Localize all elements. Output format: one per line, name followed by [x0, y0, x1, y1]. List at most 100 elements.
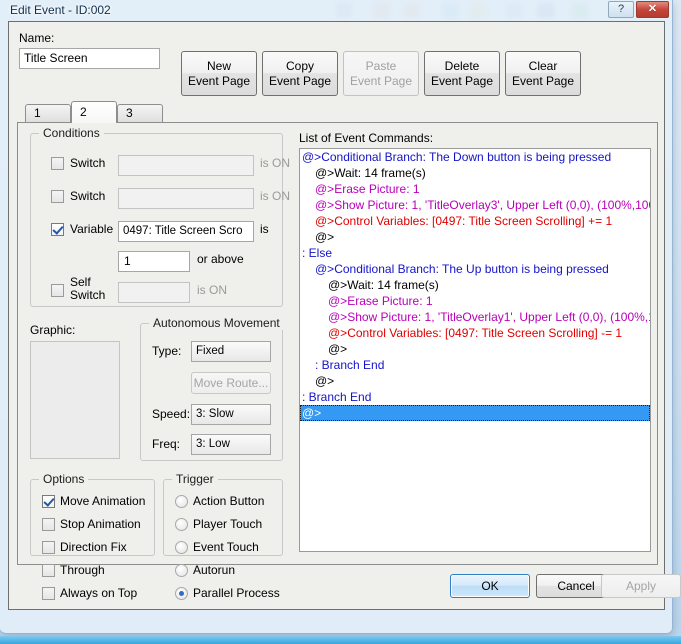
option-through-label: Through — [60, 563, 105, 577]
tab-page-1[interactable]: 1 — [25, 104, 71, 123]
tab-page-2[interactable]: 2 — [71, 101, 117, 123]
paste-event-page-button[interactable]: Paste Event Page — [343, 51, 419, 96]
copy-event-page-line1: Copy — [285, 58, 314, 73]
dialog-client-area: Name: Title Screen New Event Page Copy E… — [8, 21, 681, 610]
trigger-player-touch-label: Player Touch — [193, 517, 263, 531]
edit-event-window: Edit Event - ID:002 ? ✕ Name: Title Scre… — [0, 0, 681, 634]
event-command-row[interactable]: @>Erase Picture: 1 — [300, 293, 650, 309]
trigger-title: Trigger — [172, 472, 218, 486]
event-command-row[interactable]: : Else — [300, 245, 650, 261]
event-command-row[interactable]: @> — [300, 405, 650, 421]
trigger-autorun-radio[interactable] — [175, 564, 188, 577]
autonomous-movement-group: Autonomous Movement Type: Fixed Move Rou… — [140, 316, 284, 461]
help-icon[interactable]: ? — [608, 1, 634, 18]
clear-event-page-line1: Clear — [528, 58, 558, 73]
switch1-checkbox[interactable] — [51, 157, 64, 170]
option-through-checkbox[interactable] — [42, 564, 55, 577]
paste-event-page-line1: Paste — [365, 58, 397, 73]
event-command-row[interactable]: @> — [300, 229, 650, 245]
trigger-event-touch-radio[interactable] — [175, 541, 188, 554]
trigger-autorun-label: Autorun — [193, 563, 236, 577]
window-title: Edit Event - ID:002 — [10, 3, 111, 17]
apply-button[interactable]: Apply — [601, 574, 681, 598]
switch2-suffix: is ON — [260, 189, 290, 203]
delete-event-page-line1: Delete — [444, 58, 480, 73]
ok-button[interactable]: OK — [450, 574, 530, 598]
movement-freq-combo[interactable]: 3: Low — [191, 434, 271, 455]
self-switch-combo[interactable] — [118, 282, 190, 303]
event-command-row[interactable]: @>Conditional Branch: The Up button is b… — [300, 261, 650, 277]
event-command-row[interactable]: @>Wait: 14 frame(s) — [300, 277, 650, 293]
copy-event-page-line2: Event Page — [268, 73, 332, 88]
variable-value-stepper[interactable]: 1 — [118, 251, 190, 272]
option-direction-fix-checkbox[interactable] — [42, 541, 55, 554]
event-command-row[interactable]: @>Erase Picture: 1 — [300, 181, 650, 197]
event-commands-label: List of Event Commands: — [299, 131, 434, 145]
option-move-animation-checkbox[interactable] — [42, 495, 55, 508]
option-stop-animation-label: Stop Animation — [60, 517, 141, 531]
event-command-row[interactable]: @>Show Picture: 1, 'TitleOverlay1', Uppe… — [300, 309, 650, 325]
event-command-row[interactable]: : Branch End — [300, 389, 650, 405]
variable-label: Variable — [70, 222, 114, 236]
trigger-event-touch-label: Event Touch — [193, 540, 259, 554]
new-event-page-line2: Event Page — [187, 73, 251, 88]
event-command-row[interactable]: @>Control Variables: [0497: Title Screen… — [300, 213, 650, 229]
trigger-parallel-process-radio[interactable] — [175, 587, 188, 600]
trigger-parallel-process-label: Parallel Process — [193, 586, 280, 600]
move-route-button[interactable]: Move Route... — [191, 372, 271, 394]
switch1-label: Switch — [70, 156, 106, 170]
variable-checkbox[interactable] — [51, 223, 64, 236]
options-group: Options Move Animation Stop Animation Di… — [30, 472, 155, 600]
event-command-row[interactable]: @>Conditional Branch: The Down button is… — [300, 149, 650, 165]
option-always-on-top-label: Always on Top — [60, 586, 138, 600]
event-commands-list[interactable]: @>Conditional Branch: The Down button is… — [299, 148, 651, 552]
event-command-row[interactable]: @> — [300, 373, 650, 389]
option-always-on-top-checkbox[interactable] — [42, 587, 55, 600]
variable-combo[interactable]: 0497: Title Screen Scro — [118, 221, 254, 242]
close-icon[interactable]: ✕ — [636, 1, 669, 18]
movement-type-combo[interactable]: Fixed — [191, 341, 271, 362]
movement-speed-combo[interactable]: 3: Slow — [191, 404, 271, 425]
copy-event-page-button[interactable]: Copy Event Page — [262, 51, 338, 96]
variable-or-above-label: or above — [197, 252, 244, 266]
movement-freq-label: Freq: — [152, 437, 181, 451]
event-command-row[interactable]: @>Control Variables: [0497: Title Screen… — [300, 325, 650, 341]
trigger-player-touch-radio[interactable] — [175, 518, 188, 531]
option-direction-fix-label: Direction Fix — [60, 540, 127, 554]
option-move-animation-label: Move Animation — [60, 494, 146, 508]
options-title: Options — [39, 472, 89, 486]
event-page-tabstrip: 1 2 3 — [17, 101, 658, 123]
conditions-title: Conditions — [39, 126, 104, 140]
graphic-label: Graphic: — [30, 323, 76, 337]
autonomous-movement-title: Autonomous Movement — [149, 316, 284, 330]
variable-suffix: is — [260, 222, 269, 236]
self-switch-suffix: is ON — [197, 283, 227, 297]
taskbar-strip — [0, 636, 681, 644]
movement-speed-label: Speed: — [152, 407, 191, 421]
event-command-row[interactable]: @> — [300, 341, 650, 357]
option-stop-animation-checkbox[interactable] — [42, 518, 55, 531]
event-command-row[interactable]: @>Wait: 14 frame(s) — [300, 165, 650, 181]
clear-event-page-line2: Event Page — [511, 73, 575, 88]
window-titlebar[interactable]: Edit Event - ID:002 ? ✕ — [0, 0, 673, 21]
name-label: Name: — [19, 31, 55, 45]
switch1-combo[interactable] — [118, 155, 254, 176]
conditions-group: Conditions Switch is ON Switch is ON Var… — [30, 126, 290, 307]
self-switch-checkbox[interactable] — [51, 284, 64, 297]
delete-event-page-button[interactable]: Delete Event Page — [424, 51, 500, 96]
trigger-action-button-radio[interactable] — [175, 495, 188, 508]
switch2-combo[interactable] — [118, 188, 254, 209]
new-event-page-button[interactable]: New Event Page — [181, 51, 257, 96]
trigger-group: Trigger Action Button Player Touch Event… — [163, 472, 283, 600]
self-switch-label: Self Switch — [70, 275, 106, 302]
tab-page-3[interactable]: 3 — [117, 104, 163, 123]
switch2-checkbox[interactable] — [51, 190, 64, 203]
delete-event-page-line2: Event Page — [430, 73, 494, 88]
name-input[interactable]: Title Screen — [19, 48, 160, 69]
event-command-row[interactable]: @>Show Picture: 1, 'TitleOverlay3', Uppe… — [300, 197, 650, 213]
clear-event-page-button[interactable]: Clear Event Page — [505, 51, 581, 96]
new-event-page-line1: New — [206, 58, 231, 73]
movement-type-label: Type: — [152, 344, 182, 358]
graphic-preview[interactable] — [30, 341, 120, 459]
event-command-row[interactable]: : Branch End — [300, 357, 650, 373]
